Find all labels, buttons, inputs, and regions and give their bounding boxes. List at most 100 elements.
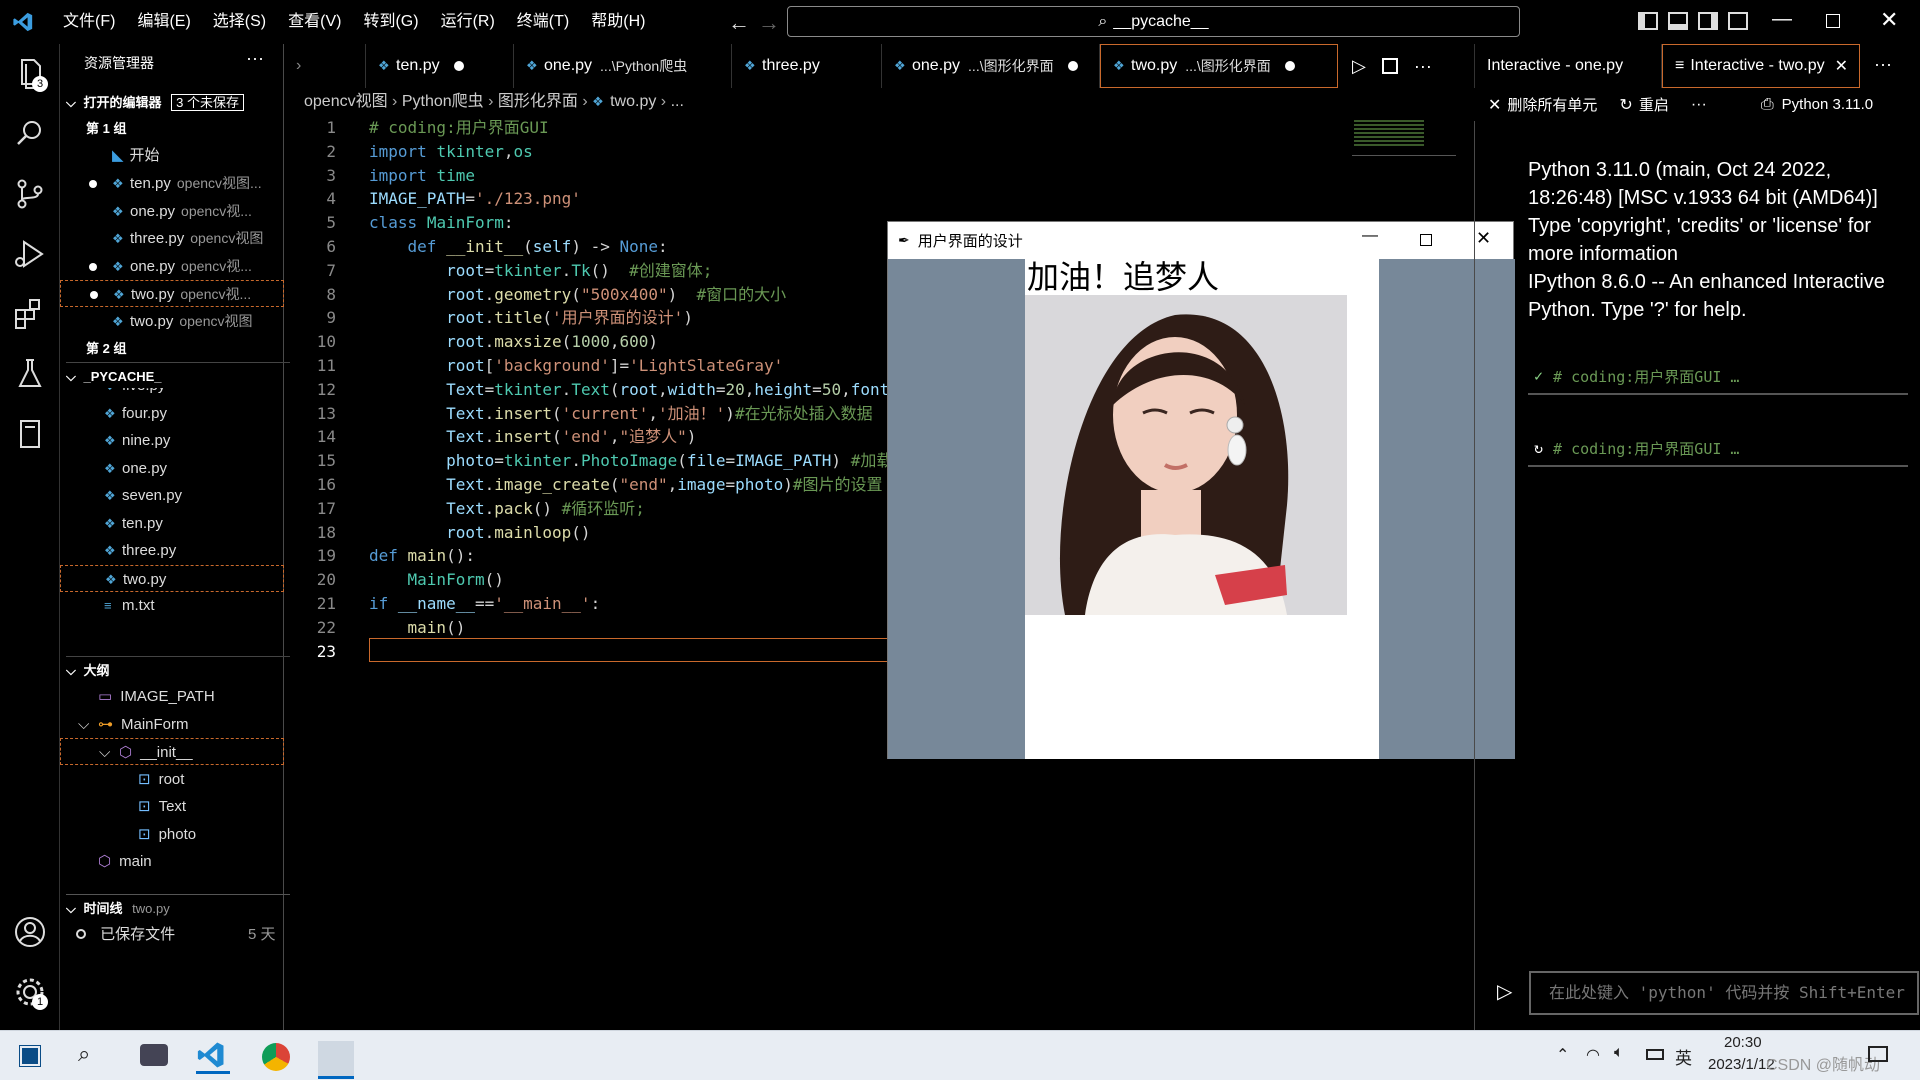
python-app-icon[interactable] xyxy=(318,1041,354,1079)
toggle-panel-icon[interactable] xyxy=(1668,12,1688,30)
clear-all-button[interactable]: 删除所有单元 xyxy=(1507,94,1597,115)
menu-item[interactable]: 编辑(E) xyxy=(126,0,201,44)
volume-icon[interactable]: 🔈︎ xyxy=(1614,1044,1624,1062)
open-editors-header[interactable]: ⌵ 打开的编辑器 3 个未保存 xyxy=(66,89,290,116)
run-input-icon[interactable]: ▷ xyxy=(1497,979,1512,1004)
chevron-up-icon[interactable]: ⌃ xyxy=(1556,1045,1569,1065)
menu-item[interactable]: 查看(V) xyxy=(277,0,352,44)
editor-tab[interactable]: ❖ one.py ...\图形化界面 xyxy=(882,44,1100,88)
outline-item[interactable]: ⊡ root xyxy=(60,766,284,793)
back-arrow-icon[interactable]: ← xyxy=(728,10,750,36)
close-tab-icon[interactable]: ✕ xyxy=(1835,56,1848,76)
list-item[interactable]: ❖ two.py xyxy=(60,564,284,592)
clock-date[interactable]: 2023/1/12 xyxy=(1708,1056,1775,1073)
list-item[interactable]: ❖ one.py xyxy=(60,455,284,482)
kernel-selector[interactable]: Python 3.11.0 xyxy=(1782,96,1873,113)
breadcrumb-item[interactable]: ... xyxy=(671,93,684,110)
extensions-icon[interactable] xyxy=(10,294,50,334)
command-center-search[interactable]: ⌕ __pycache__ xyxy=(787,6,1520,37)
run-icon[interactable]: ▷ xyxy=(1352,56,1366,77)
list-item[interactable]: ❖ five.py xyxy=(60,388,284,399)
breadcrumb-item[interactable]: 图形化界面 xyxy=(498,93,578,110)
editor-tab[interactable]: ❖ two.py ...\图形化界面 xyxy=(1100,44,1338,88)
list-item[interactable]: ❖ nine.py xyxy=(60,427,284,454)
open-editor-item[interactable]: ❖ two.py opencv视... xyxy=(60,280,284,307)
tk-maximize-icon[interactable] xyxy=(1420,234,1432,246)
tk-window[interactable]: ✒ 用户界面的设计 — ✕ 加油！追梦人 xyxy=(887,221,1515,759)
camera-app-icon[interactable] xyxy=(140,1044,168,1066)
more-actions-icon[interactable]: ··· xyxy=(1414,56,1432,77)
close-icon[interactable]: ✕ xyxy=(1880,7,1898,33)
list-item[interactable]: ❖ four.py xyxy=(60,400,284,427)
ime-indicator[interactable]: 英 xyxy=(1675,1044,1692,1069)
unsaved-dot-icon[interactable] xyxy=(1284,61,1295,71)
tk-minimize-icon[interactable]: — xyxy=(1362,227,1378,245)
jupyter-icon[interactable] xyxy=(10,414,50,454)
list-item[interactable]: ❖ ten.py xyxy=(60,510,284,537)
outline-header[interactable]: ⌵ 大纲 xyxy=(66,656,290,683)
more-actions-icon[interactable]: ··· xyxy=(1874,54,1892,88)
wifi-icon[interactable]: ◠ xyxy=(1586,1045,1600,1065)
open-editor-item[interactable]: ❖ one.py opencv视... xyxy=(60,253,284,280)
menu-item[interactable]: 终端(T) xyxy=(506,0,580,44)
settings-gear-icon[interactable]: 1 xyxy=(10,972,50,1012)
list-item[interactable]: ≡ m.txt xyxy=(60,592,284,619)
outline-item[interactable]: ⌵ ⊶ MainForm xyxy=(60,711,284,738)
run-debug-icon[interactable] xyxy=(10,234,50,274)
outline-item[interactable]: ▭ IMAGE_PATH xyxy=(60,683,284,710)
editor-tab[interactable]: ❖ ten.py xyxy=(366,44,514,88)
cell-1[interactable]: ✓ # coding:用户界面GUI … xyxy=(1528,359,1908,395)
restart-button[interactable]: 重启 xyxy=(1639,94,1669,115)
breadcrumb-item[interactable]: opencv视图 xyxy=(304,93,388,110)
vscode-taskbar-icon[interactable] xyxy=(196,1040,230,1074)
windows-start-icon[interactable] xyxy=(19,1045,41,1067)
tk-text-widget[interactable]: 加油！追梦人 xyxy=(1025,259,1379,759)
notification-icon[interactable] xyxy=(1868,1046,1888,1062)
breadcrumb-item[interactable]: two.py xyxy=(610,93,656,110)
menu-item[interactable]: 文件(F) xyxy=(52,0,126,44)
clock-time[interactable]: 20:30 xyxy=(1724,1034,1762,1051)
tab-overflow[interactable]: › xyxy=(284,44,366,88)
outline-item[interactable]: ⊡ photo xyxy=(60,821,284,848)
explorer-icon[interactable]: 3 xyxy=(10,54,50,94)
menu-item[interactable]: 选择(S) xyxy=(202,0,277,44)
maximize-icon[interactable] xyxy=(1826,14,1840,28)
menu-item[interactable]: 帮助(H) xyxy=(580,0,656,44)
timeline-header[interactable]: ⌵ 时间线 two.py xyxy=(66,894,290,921)
battery-icon[interactable] xyxy=(1646,1049,1664,1060)
list-item[interactable]: ❖ three.py xyxy=(60,537,284,564)
open-editor-item[interactable]: ❖ ten.py opencv视图... xyxy=(60,170,284,197)
python-code-input[interactable]: 在此处键入 'python' 代码并按 Shift+Enter xyxy=(1529,971,1919,1015)
open-editor-item[interactable]: ❖ three.py opencv视图 xyxy=(60,225,284,252)
chrome-icon[interactable] xyxy=(262,1043,290,1071)
account-icon[interactable] xyxy=(10,912,50,952)
editor-tab[interactable]: ❖ one.py ...\Python爬虫 xyxy=(514,44,732,88)
toggle-sidebar-icon[interactable] xyxy=(1638,12,1658,30)
tab-interactive-one[interactable]: Interactive - one.py xyxy=(1474,44,1662,88)
more-actions-icon[interactable]: ··· xyxy=(1691,96,1707,114)
search-taskbar-icon[interactable]: ⌕ xyxy=(78,1041,90,1067)
timeline-entry[interactable]: 已保存文件 5 天 xyxy=(76,921,300,948)
breadcrumb-item[interactable]: Python爬虫 xyxy=(402,93,484,110)
outline-item[interactable]: ⌵ ⬡ __init__ xyxy=(60,738,284,765)
tab-interactive-two[interactable]: ≡ Interactive - two.py ✕ xyxy=(1662,44,1860,88)
menu-item[interactable]: 运行(R) xyxy=(430,0,506,44)
outline-item[interactable]: ⊡ Text xyxy=(60,793,284,820)
open-editor-item[interactable]: ❖ two.py opencv视图 xyxy=(60,308,284,335)
pycache-header[interactable]: ⌵ _PYCACHE_ xyxy=(66,362,290,389)
split-editor-icon[interactable] xyxy=(1381,58,1398,74)
toggle-secondary-sidebar-icon[interactable] xyxy=(1698,12,1718,30)
minimize-icon[interactable]: — xyxy=(1772,8,1792,31)
customize-layout-icon[interactable] xyxy=(1728,12,1748,30)
unsaved-dot-icon[interactable] xyxy=(1067,61,1078,71)
list-item[interactable]: ❖ seven.py xyxy=(60,482,284,509)
search-view-icon[interactable] xyxy=(10,114,50,154)
testing-flask-icon[interactable] xyxy=(10,354,50,394)
source-control-icon[interactable] xyxy=(10,174,50,214)
cell-2[interactable]: ↻ # coding:用户界面GUI … xyxy=(1528,431,1908,467)
restart-icon[interactable]: ↻ xyxy=(1619,95,1632,115)
open-editor-item[interactable]: ❖ one.py opencv视... xyxy=(60,198,284,225)
forward-arrow-icon[interactable]: → xyxy=(758,10,780,36)
unsaved-dot-icon[interactable] xyxy=(453,61,464,71)
clear-all-icon[interactable]: ✕ xyxy=(1488,95,1501,115)
